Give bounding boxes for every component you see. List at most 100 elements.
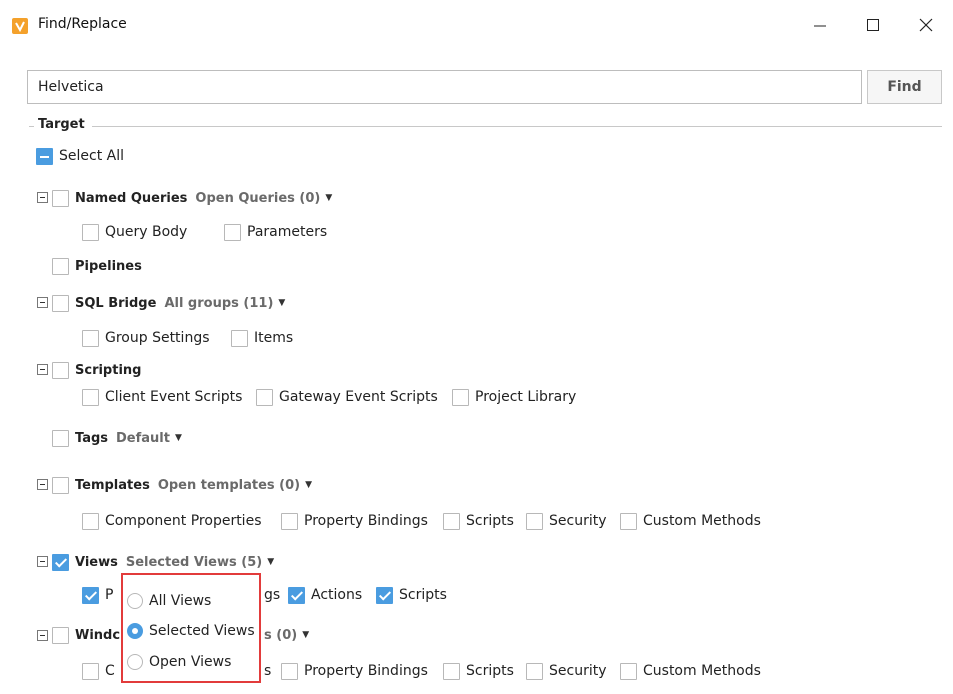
checkbox-icon bbox=[281, 512, 298, 530]
gateway-event-scripts-label: Gateway Event Scripts bbox=[279, 389, 438, 405]
client-event-scripts-checkbox[interactable]: Client Event Scripts bbox=[82, 387, 242, 407]
ignition-icon bbox=[12, 18, 28, 34]
scripting-label: Scripting bbox=[75, 362, 142, 378]
checked-checkbox-icon bbox=[52, 553, 69, 571]
windows-property-bindings-checkbox[interactable]: Property Bindings bbox=[281, 661, 428, 681]
checkbox-icon bbox=[620, 512, 637, 530]
project-library-checkbox[interactable]: Project Library bbox=[452, 387, 576, 407]
checked-checkbox-icon bbox=[288, 586, 305, 604]
templates-dropdown[interactable]: Open templates (0) bbox=[158, 478, 300, 493]
client-event-scripts-label: Client Event Scripts bbox=[105, 389, 243, 405]
checkbox-icon bbox=[82, 223, 99, 241]
chevron-down-icon[interactable]: ▼ bbox=[302, 630, 309, 640]
checkbox-icon bbox=[52, 361, 69, 379]
collapse-toggle-templates[interactable] bbox=[37, 479, 48, 490]
title-bar: Find/Replace bbox=[0, 0, 953, 50]
all-views-label: All Views bbox=[149, 593, 212, 609]
custom-methods-label: Custom Methods bbox=[643, 513, 761, 529]
maximize-icon[interactable] bbox=[853, 10, 893, 40]
radio-selected-icon bbox=[127, 623, 143, 639]
templates-label: Templates bbox=[75, 477, 150, 493]
checkbox-icon bbox=[224, 223, 241, 241]
minimize-icon[interactable] bbox=[800, 10, 840, 40]
select-all-checkbox[interactable]: Select All bbox=[36, 146, 124, 166]
selected-views-label: Selected Views bbox=[149, 623, 255, 639]
views-actions-label: Actions bbox=[311, 587, 363, 603]
sql-bridge-dropdown[interactable]: All groups (11) bbox=[164, 296, 273, 311]
windows-component-properties-checkbox[interactable]: C bbox=[82, 661, 115, 681]
windows-security-checkbox[interactable]: Security bbox=[526, 661, 607, 681]
parameters-label: Parameters bbox=[247, 224, 328, 240]
property-bindings-checkbox[interactable]: Property Bindings bbox=[281, 511, 428, 531]
collapse-toggle-views[interactable] bbox=[37, 556, 48, 567]
windows-security-label: Security bbox=[549, 663, 607, 679]
radio-icon bbox=[127, 593, 143, 609]
radio-selected-views[interactable]: Selected Views bbox=[127, 623, 255, 639]
views-scripts-checkbox[interactable]: Scripts bbox=[376, 585, 447, 605]
windows-label: Windc bbox=[75, 627, 121, 643]
security-checkbox[interactable]: Security bbox=[526, 511, 607, 531]
pipelines-checkbox[interactable]: Pipelines bbox=[52, 256, 142, 276]
items-label: Items bbox=[254, 330, 294, 346]
windows-dropdown[interactable]: s (0) ▼ bbox=[264, 625, 309, 645]
collapse-toggle-scripting[interactable] bbox=[37, 364, 48, 375]
checkbox-icon bbox=[82, 329, 99, 347]
views-properties-checkbox[interactable]: P bbox=[82, 585, 113, 605]
collapse-toggle-named-queries[interactable] bbox=[37, 192, 48, 203]
collapse-toggle-windows[interactable] bbox=[37, 630, 48, 641]
scripting-checkbox[interactable]: Scripting bbox=[52, 360, 141, 380]
views-label: Views bbox=[75, 554, 118, 570]
select-all-label: Select All bbox=[59, 148, 124, 164]
views-selection-popup: All Views Selected Views Open Views bbox=[121, 573, 261, 683]
windows-scripts-checkbox[interactable]: Scripts bbox=[443, 661, 514, 681]
named-queries-checkbox[interactable]: Named Queries Open Queries (0) ▼ bbox=[52, 188, 332, 208]
partial-checkbox-icon bbox=[36, 147, 53, 165]
tags-dropdown[interactable]: Default bbox=[116, 431, 170, 446]
items-checkbox[interactable]: Items bbox=[231, 328, 293, 348]
chevron-down-icon[interactable]: ▼ bbox=[325, 193, 332, 203]
component-properties-label: Component Properties bbox=[105, 513, 262, 529]
checkbox-icon bbox=[52, 189, 69, 207]
checked-checkbox-icon bbox=[376, 586, 393, 604]
sql-bridge-label: SQL Bridge bbox=[75, 295, 157, 311]
checkbox-icon bbox=[82, 388, 99, 406]
search-input[interactable] bbox=[27, 70, 862, 104]
find-button[interactable]: Find bbox=[867, 70, 942, 104]
collapse-toggle-sql-bridge[interactable] bbox=[37, 297, 48, 308]
chevron-down-icon[interactable]: ▼ bbox=[305, 480, 312, 490]
chevron-down-icon[interactable]: ▼ bbox=[267, 557, 274, 567]
checkbox-icon bbox=[231, 329, 248, 347]
scripts-checkbox[interactable]: Scripts bbox=[443, 511, 514, 531]
templates-checkbox[interactable]: Templates Open templates (0) ▼ bbox=[52, 475, 312, 495]
views-actions-checkbox[interactable]: Actions bbox=[288, 585, 362, 605]
sql-bridge-checkbox[interactable]: SQL Bridge All groups (11) ▼ bbox=[52, 293, 285, 313]
radio-open-views[interactable]: Open Views bbox=[127, 654, 231, 670]
custom-methods-checkbox[interactable]: Custom Methods bbox=[620, 511, 761, 531]
gateway-event-scripts-checkbox[interactable]: Gateway Event Scripts bbox=[256, 387, 438, 407]
windows-properties-fragment: s bbox=[264, 663, 272, 679]
checkbox-icon bbox=[526, 662, 543, 680]
group-settings-checkbox[interactable]: Group Settings bbox=[82, 328, 210, 348]
checkbox-icon bbox=[52, 294, 69, 312]
tags-checkbox[interactable]: Tags Default ▼ bbox=[52, 428, 182, 448]
views-dropdown[interactable]: Selected Views (5) bbox=[126, 555, 262, 570]
views-scripts-label: Scripts bbox=[399, 587, 447, 603]
windows-custom-methods-checkbox[interactable]: Custom Methods bbox=[620, 661, 761, 681]
project-library-label: Project Library bbox=[475, 389, 577, 405]
query-body-checkbox[interactable]: Query Body bbox=[82, 222, 187, 242]
property-bindings-label: Property Bindings bbox=[304, 513, 428, 529]
views-checkbox[interactable]: Views Selected Views (5) ▼ bbox=[52, 552, 274, 572]
parameters-checkbox[interactable]: Parameters bbox=[224, 222, 327, 242]
close-icon[interactable] bbox=[906, 10, 946, 40]
chevron-down-icon[interactable]: ▼ bbox=[278, 298, 285, 308]
chevron-down-icon[interactable]: ▼ bbox=[175, 433, 182, 443]
windows-property-bindings-label: Property Bindings bbox=[304, 663, 428, 679]
named-queries-dropdown[interactable]: Open Queries (0) bbox=[195, 191, 320, 206]
checkbox-icon bbox=[52, 257, 69, 275]
radio-all-views[interactable]: All Views bbox=[127, 593, 211, 609]
window-title: Find/Replace bbox=[38, 16, 127, 32]
open-views-label: Open Views bbox=[149, 654, 232, 670]
component-properties-checkbox[interactable]: Component Properties bbox=[82, 511, 261, 531]
windows-checkbox[interactable]: Windc bbox=[52, 625, 120, 645]
windows-scripts-label: Scripts bbox=[466, 663, 514, 679]
